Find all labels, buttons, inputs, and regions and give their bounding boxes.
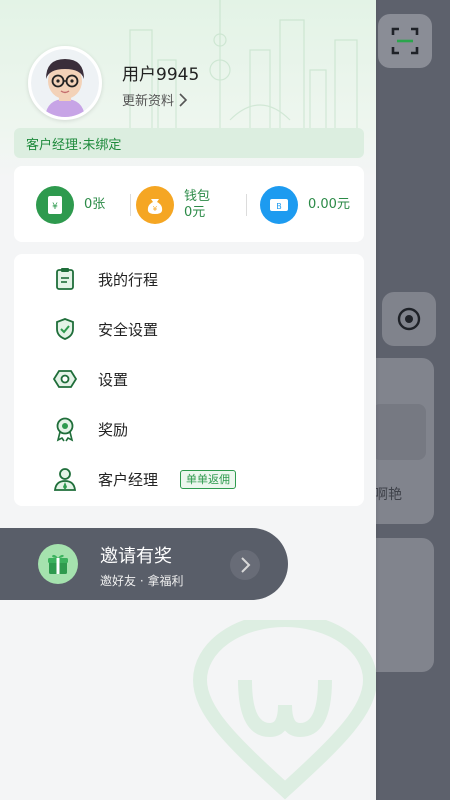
invite-banner[interactable]: 邀请有奖 邀好友 · 拿福利 — [0, 528, 288, 600]
menu-label-manager: 客户经理 — [98, 470, 159, 489]
avatar-image — [31, 49, 99, 117]
wallet-text: 钱包 0元 — [184, 189, 210, 221]
menu-label-rewards: 奖励 — [98, 420, 129, 439]
menu-item-settings[interactable]: 设置 — [14, 354, 364, 404]
update-profile-label: 更新资料 — [122, 94, 175, 109]
menu-item-manager[interactable]: 客户经理 单单返佣 — [14, 454, 364, 504]
clipboard-icon — [56, 268, 74, 290]
background-card-inner — [372, 404, 426, 460]
person-icon — [53, 468, 77, 491]
invite-subtitle: 邀好友 · 拿福利 — [100, 574, 184, 588]
hex-nut-icon — [52, 370, 78, 388]
avatar[interactable] — [28, 46, 102, 120]
logo-watermark — [192, 620, 376, 800]
divider — [130, 194, 131, 216]
divider — [246, 194, 247, 216]
svg-text:¥: ¥ — [153, 205, 158, 213]
money-bag-icon: ¥ — [136, 186, 174, 224]
update-profile-link[interactable]: 更新资料 — [122, 90, 188, 109]
wallet-value: 0元 — [184, 205, 206, 220]
gift-icon — [38, 544, 78, 584]
svg-text:B: B — [276, 202, 282, 211]
menu-card: 我的行程 安全设置 设置 奖励 客户经理 单单返佣 — [14, 254, 364, 506]
coupon-b-icon: B — [260, 186, 298, 224]
balance-item[interactable]: B 0.00元 — [260, 186, 350, 224]
invite-title: 邀请有奖 — [100, 546, 172, 567]
svg-text:¥: ¥ — [52, 202, 58, 212]
side-drawer: 用户9945 更新资料 客户经理:未绑定 ¥ 0张 ¥ 钱包 0元 B 0.00… — [0, 0, 376, 800]
coupon-ticket-icon: ¥ — [36, 186, 74, 224]
menu-item-security[interactable]: 安全设置 — [14, 304, 364, 354]
username: 用户9945 — [122, 65, 200, 85]
menu-label-trips: 我的行程 — [98, 270, 159, 289]
menu-label-settings: 设置 — [98, 370, 129, 389]
balance-value: 0.00元 — [308, 197, 350, 212]
menu-label-security: 安全设置 — [98, 320, 159, 339]
menu-item-rewards[interactable]: 奖励 — [14, 404, 364, 454]
wallet-label: 钱包 — [184, 189, 211, 204]
locate-icon — [397, 307, 421, 331]
wallet-card: ¥ 0张 ¥ 钱包 0元 B 0.00元 — [14, 166, 364, 242]
scan-icon — [391, 27, 419, 55]
award-ribbon-icon — [56, 417, 74, 442]
locate-button[interactable] — [382, 292, 436, 346]
wallet-item[interactable]: ¥ 钱包 0元 — [136, 186, 210, 224]
chevron-right-icon — [179, 92, 188, 107]
coupons-item[interactable]: ¥ 0张 — [36, 186, 105, 224]
shield-check-icon — [56, 318, 74, 340]
menu-item-trips[interactable]: 我的行程 — [14, 254, 364, 304]
chevron-right-icon — [230, 550, 260, 580]
scan-button[interactable] — [378, 14, 432, 68]
commission-badge: 单单返佣 — [180, 470, 236, 489]
coupons-count: 0张 — [84, 197, 106, 212]
manager-status-bar: 客户经理:未绑定 — [14, 128, 364, 158]
manager-status-text: 客户经理:未绑定 — [26, 138, 122, 153]
